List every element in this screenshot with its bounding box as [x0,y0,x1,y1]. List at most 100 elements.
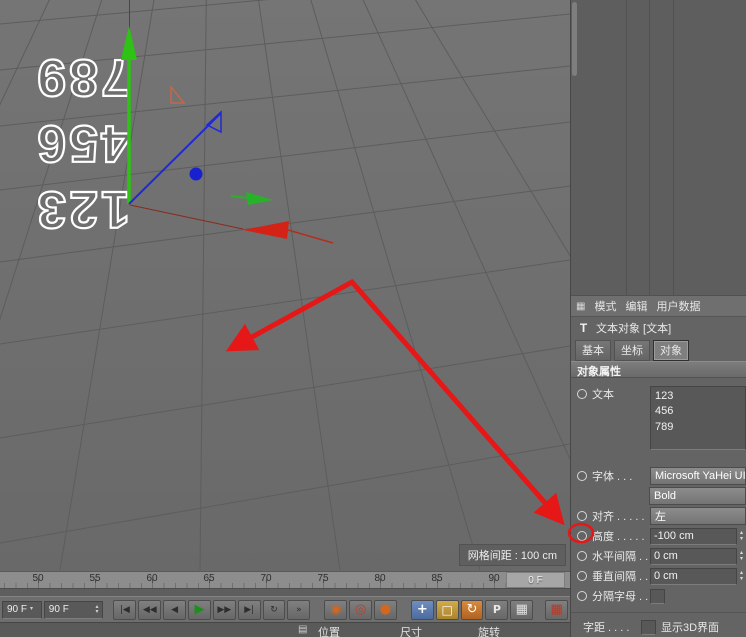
attribute-menu-bar: ▦ 模式 编辑 用户数据 [571,296,746,317]
attribute-manager-panel: ▦ 模式 编辑 用户数据 T 文本对象 [文本] 基本 坐标 对象 对象属性 文… [570,0,746,637]
menu-mode[interactable]: 模式 [594,298,616,314]
keyframe-dot[interactable] [577,389,587,399]
height-label: 高度 . . . . . [592,531,645,543]
ruler-tick: 70 [260,573,272,584]
text3d-line: 789 [33,47,131,107]
ruler-tick: 90 [488,573,500,584]
record-options-button[interactable]: ● [374,599,397,620]
panel-splitter [649,0,650,295]
menu-user-data[interactable]: 用户数据 [656,298,700,314]
font-row: 字体 . . . Microsoft YaHei UI [571,466,746,486]
horizontal-spacing-row: 水平间隔 . . 0 cm ▴ ▾ [571,546,746,566]
record-scale-toggle[interactable]: □ [435,599,459,620]
font-label: 字体 . . . [592,471,633,483]
attribute-tabs: 基本 坐标 对象 [571,339,746,361]
record-pla-toggle[interactable]: ▦ [510,599,534,620]
goto-end-button[interactable]: » [287,599,311,620]
keyframe-dot[interactable] [577,531,587,541]
font-name-dropdown[interactable]: Microsoft YaHei UI [650,467,746,485]
tab-basic[interactable]: 基本 [575,339,611,361]
scrollbar-thumb[interactable] [572,2,577,76]
grid-icon: ▦ [576,300,586,312]
vertical-spacing-label: 垂直间隔 . . [592,571,649,583]
text3d-line: 456 [33,113,131,173]
kerning-row: 字距 . . . . 显示3D界面 [571,617,746,637]
spinner-icon[interactable]: ▴ ▾ [95,604,98,615]
motion-mode-button[interactable]: ▦ [545,599,569,620]
horizontal-spacing-label: 水平间隔 . . [592,551,649,563]
font-style-dropdown[interactable]: Bold [649,487,746,505]
record-position-toggle[interactable]: + [410,599,434,620]
ruler-tick: 85 [431,573,443,584]
start-frame-field[interactable]: 90 F ▾ [2,600,42,619]
end-frame-field[interactable]: 90 F ▴ ▾ [43,600,104,619]
keyframe-dot[interactable] [577,551,587,561]
text-label: 文本 [592,389,614,401]
spinner-icon[interactable]: ▴ ▾ [737,530,746,542]
timeline-scrollbar[interactable] [0,588,570,596]
spinner-icon[interactable]: ▴ ▾ [737,570,746,582]
cinema4d-window: 123 456 789 网格间距 : 100 cm 50 55 60 65 70… [0,0,746,637]
align-dropdown[interactable]: 左 [650,507,746,525]
align-label: 对齐 . . . . . [592,511,645,523]
record-keyframe-button[interactable]: ◉ [324,599,348,620]
text-input[interactable]: 123 456 789 [650,386,746,450]
panel-splitter [626,0,627,295]
end-frame-value: 90 F [48,604,69,615]
text-input-line: 123 [655,390,674,402]
object-title-row: T 文本对象 [文本] [571,317,746,339]
horizontal-spacing-input[interactable]: 0 cm [650,547,737,565]
rotation-column-label: 旋转 [478,627,500,637]
chevron-down-icon: ▾ [30,606,34,612]
grid-icon: ▤ [298,624,308,635]
coordinate-manager-bar: ▤ 位置 尺寸 旋转 [0,622,570,637]
keyframe-dot[interactable] [577,471,587,481]
record-rotation-toggle[interactable]: ↻ [460,599,484,620]
prev-key-button[interactable]: ◀◀ [138,599,162,620]
show-3d-gui-label: 显示3D界面 [661,622,720,634]
height-input[interactable]: -100 cm [650,527,737,545]
ruler-tick: 60 [146,573,158,584]
ruler-tick: 55 [89,573,101,584]
text-input-line: 456 [655,405,674,418]
position-column-label: 位置 [318,627,340,637]
start-frame-value: 90 F [7,604,28,615]
vertical-spacing-input[interactable]: 0 cm [650,567,737,585]
keyframe-dot[interactable] [577,511,587,521]
separate-letters-checkbox[interactable] [650,588,665,604]
menu-edit[interactable]: 编辑 [625,298,647,314]
keyframe-dot[interactable] [577,571,587,581]
play-button[interactable]: ▶ [188,599,211,620]
separate-letters-label: 分隔字母 . . [592,591,649,603]
loop-button[interactable]: ↻ [262,599,286,620]
tab-object[interactable]: 对象 [653,339,689,361]
ruler-tick: 75 [317,573,329,584]
timeline-ruler[interactable]: 50 55 60 65 70 75 80 85 90 [0,571,570,588]
vertical-spacing-row: 垂直间隔 . . 0 cm ▴ ▾ [571,566,746,586]
next-frame-button[interactable]: ▶▶ [212,599,236,620]
transport-bar: 90 F ▾ 90 F ▴ ▾ |◀ ◀◀ ◀ ▶ ▶▶ ▶| ↻ » ◉ ◎ ●… [0,596,570,622]
align-row: 对齐 . . . . . 左 [571,506,746,526]
grid-spacing-label: 网格间距 : 100 cm [458,544,566,566]
tab-coordinates[interactable]: 坐标 [614,339,650,361]
height-row: 高度 . . . . . -100 cm ▴ ▾ [571,526,746,546]
keyframe-dot[interactable] [577,591,587,601]
text-row: 文本 123 456 789 [571,384,746,456]
panel-splitter [673,0,674,295]
ruler-tick: 80 [374,573,386,584]
3d-viewport[interactable]: 123 456 789 网格间距 : 100 cm [0,0,570,571]
show-3d-gui-checkbox[interactable] [641,619,656,635]
next-key-button[interactable]: ▶| [237,599,261,620]
text-input-line: 789 [655,420,674,433]
text-object-3d[interactable]: 123 456 789 [12,44,131,242]
current-frame-marker[interactable]: 0 F [506,572,565,588]
record-parameter-toggle[interactable]: P [485,599,509,620]
object-properties-header[interactable]: 对象属性 [571,361,746,378]
goto-start-button[interactable]: |◀ [113,599,137,620]
object-title: 文本对象 [文本] [596,323,672,335]
autokey-button[interactable]: ◎ [349,599,373,620]
spinner-icon[interactable]: ▴ ▾ [737,550,746,562]
size-column-label: 尺寸 [400,627,422,637]
font-style-row: Bold [571,486,746,506]
prev-frame-button[interactable]: ◀ [163,599,187,620]
